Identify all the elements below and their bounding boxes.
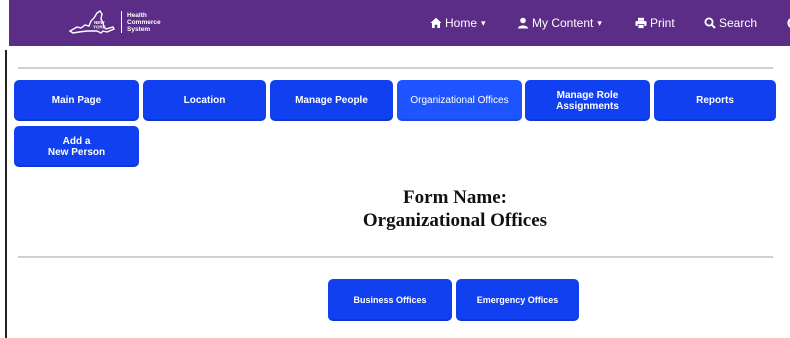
nav-search[interactable]: Search — [704, 0, 757, 46]
add-person-line-2: New Person — [47, 146, 106, 158]
manage-role-line-2: Assignments — [556, 100, 619, 112]
nav-home-label: Home — [445, 16, 478, 30]
organizational-offices-label: Organizational Offices — [410, 95, 509, 106]
logo-line-2: Commerce — [127, 18, 161, 26]
nav-search-label: Search — [719, 16, 758, 30]
reports-label: Reports — [696, 95, 734, 106]
printer-icon — [635, 17, 647, 29]
nav-print[interactable]: Print — [635, 0, 675, 46]
location-label: Location — [183, 95, 226, 106]
manage-people-label: Manage People — [295, 95, 368, 106]
main-page-button[interactable]: Main Page — [14, 80, 139, 121]
header-bar: NEW YORK Health Commerce System Home ▾ M… — [9, 0, 790, 46]
add-new-person-button[interactable]: Add a New Person — [14, 126, 139, 167]
logo-divider — [121, 11, 122, 33]
logo-line-3: System — [127, 25, 151, 33]
nav-print-label: Print — [650, 16, 675, 30]
home-icon — [430, 17, 442, 28]
add-new-person-label: Add a New Person — [48, 136, 105, 158]
page: NEW YORK Health Commerce System Home ▾ M… — [0, 0, 790, 338]
organizational-offices-button[interactable]: Organizational Offices — [397, 80, 522, 121]
add-person-line-1: Add a — [62, 135, 91, 147]
business-offices-label: Business Offices — [353, 294, 427, 305]
chevron-down-icon: ▾ — [481, 17, 486, 28]
emergency-offices-button[interactable]: Emergency Offices — [456, 279, 579, 321]
nav-home[interactable]: Home ▾ — [430, 0, 486, 46]
user-icon — [518, 17, 528, 29]
chevron-down-icon: ▾ — [597, 17, 602, 28]
hcs-logo[interactable]: NEW YORK Health Commerce System — [67, 8, 161, 36]
svg-text:YORK: YORK — [93, 25, 107, 30]
left-border — [5, 50, 7, 338]
main-page-label: Main Page — [51, 95, 102, 106]
divider-middle — [18, 256, 773, 258]
divider-top — [18, 67, 773, 69]
manage-role-assignments-button[interactable]: Manage Role Assignments — [525, 80, 650, 121]
form-title-line-2: Organizational Offices — [362, 210, 548, 231]
emergency-offices-label: Emergency Offices — [476, 294, 559, 305]
manage-people-button[interactable]: Manage People — [270, 80, 393, 121]
manage-role-assignments-label: Manage Role Assignments — [556, 90, 619, 112]
business-offices-button[interactable]: Business Offices — [328, 279, 452, 321]
location-button[interactable]: Location — [143, 80, 266, 121]
search-icon — [704, 17, 716, 29]
nav-my-content-label: My Content — [532, 16, 594, 30]
new-york-state-map-icon: NEW YORK — [68, 10, 115, 34]
logo-text: Health Commerce System — [127, 12, 161, 33]
manage-role-line-1: Manage Role — [556, 89, 619, 101]
form-title: Form Name: Organizational Offices — [290, 186, 620, 232]
form-title-line-1: Form Name: — [403, 187, 507, 208]
reports-button[interactable]: Reports — [654, 80, 776, 121]
nav-my-content[interactable]: My Content ▾ — [517, 0, 602, 46]
logo-line-1: Health — [127, 11, 147, 19]
